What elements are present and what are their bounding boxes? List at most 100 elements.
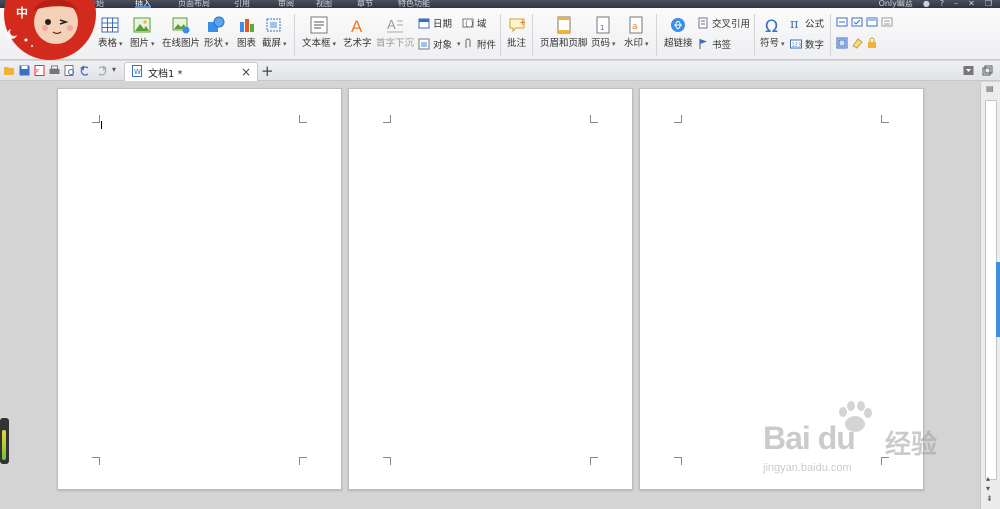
form-checkbox-icon[interactable]	[851, 16, 863, 31]
object-button[interactable]: 对象 ▾	[418, 37, 461, 51]
page-down-icon[interactable]: ⇟	[986, 494, 993, 503]
screenshot-button[interactable]: 截屏 ▾	[262, 16, 287, 50]
page-1[interactable]	[57, 88, 342, 490]
save-icon[interactable]	[19, 65, 30, 76]
input-mode-badge[interactable]: 中	[16, 4, 28, 21]
attachment-button[interactable]: 附件	[462, 37, 496, 51]
close-window-icon[interactable]: ✕	[968, 0, 975, 8]
scroll-down-icon[interactable]: ▾	[986, 484, 990, 493]
field-label: 域	[477, 19, 487, 30]
svg-text:π: π	[790, 17, 799, 29]
open-folder-icon[interactable]	[4, 65, 15, 76]
watermark-cn: 经验	[885, 430, 938, 460]
minimize-icon[interactable]: –	[954, 0, 958, 8]
document-tab-title: 文档1 *	[148, 68, 183, 80]
online-picture-button[interactable]: 在线图片	[162, 16, 200, 50]
online-picture-label: 在线图片	[162, 38, 201, 49]
bookmark-button[interactable]: 书签	[697, 37, 731, 51]
header-footer-icon	[555, 16, 573, 34]
header-footer-button[interactable]: 页眉和页脚	[540, 16, 588, 50]
date-button[interactable]: 日期	[418, 16, 452, 30]
number-button[interactable]: 123 数字	[790, 37, 824, 51]
symbol-button[interactable]: Ω 符号 ▾	[760, 16, 785, 50]
side-panel-tab[interactable]	[996, 262, 1000, 337]
menu-bar: 开始 插入 页面布局 引用 审阅 视图 章节 特色功能 Only幽蓝 ● ? –…	[0, 0, 1000, 8]
symbol-label: 符号	[760, 38, 780, 49]
close-tab-icon[interactable]: ×	[241, 65, 251, 79]
lock-icon[interactable]	[866, 37, 878, 52]
picture-button[interactable]: 图片 ▾	[130, 16, 155, 50]
object-icon	[418, 38, 430, 50]
quick-access-bar: P ▾ W 文档1 * × +	[0, 61, 1000, 81]
restore-icon[interactable]: ❐	[985, 0, 992, 8]
hyperlink-label: 超链接	[664, 38, 693, 49]
field-button[interactable]: { } 域	[462, 16, 487, 30]
omega-icon: Ω	[763, 16, 781, 37]
input-method-mascot[interactable]: 中	[0, 0, 106, 60]
date-label: 日期	[433, 19, 453, 30]
tab-review[interactable]: 审阅	[278, 0, 294, 8]
page-2[interactable]	[348, 88, 633, 490]
hyperlink-icon	[669, 16, 687, 34]
tab-view[interactable]: 视图	[316, 0, 332, 8]
tab-chapter[interactable]: 章节	[357, 0, 373, 8]
page-number-button[interactable]: 1 页码 ▾	[591, 16, 616, 50]
print-icon[interactable]	[49, 65, 60, 76]
export-pdf-icon[interactable]: P	[34, 65, 45, 76]
wordart-label: 艺术字	[343, 38, 372, 49]
number-icon: 123	[790, 38, 802, 50]
dropcap-label: 首字下沉	[376, 38, 415, 49]
textbox-button[interactable]: 文本框 ▾	[302, 16, 336, 50]
tab-list-icon[interactable]	[963, 65, 974, 76]
print-preview-icon[interactable]	[64, 65, 75, 76]
form-controls-row1	[836, 16, 893, 31]
formula-button[interactable]: π 公式	[790, 16, 825, 32]
baidu-watermark: Bai du 经验 jingyan.baidu.com	[755, 400, 955, 480]
ruler-toggle-icon[interactable]: ▤	[986, 84, 994, 93]
form-list-icon[interactable]	[881, 16, 893, 31]
shape-button[interactable]: 形状 ▾	[204, 16, 229, 50]
comment-icon: +	[508, 16, 526, 34]
svg-text:+: +	[519, 18, 526, 27]
form-textbox-icon[interactable]	[836, 16, 848, 31]
dropcap-button[interactable]: A 首字下沉	[376, 16, 414, 50]
watermark-button[interactable]: a 水印 ▾	[624, 16, 649, 50]
tab-page-layout[interactable]: 页面布局	[178, 0, 210, 8]
wordart-icon: A	[348, 16, 366, 36]
help-icon[interactable]: ?	[940, 0, 944, 8]
object-label: 对象	[433, 40, 453, 51]
comment-button[interactable]: + 批注	[507, 16, 526, 50]
form-dropdown-icon[interactable]	[866, 16, 878, 31]
cross-ref-button[interactable]: 交叉引用	[697, 16, 750, 30]
customize-dropdown-icon[interactable]: ▾	[112, 65, 123, 76]
picture-label: 图片	[130, 38, 150, 49]
eraser-icon[interactable]	[851, 37, 863, 52]
page-number-label: 页码	[591, 38, 611, 49]
skin-icon[interactable]: ●	[923, 0, 930, 8]
new-tab-button[interactable]: +	[261, 62, 274, 80]
chart-button[interactable]: 图表	[237, 16, 256, 50]
scroll-up-icon[interactable]: ▴	[986, 474, 990, 483]
ribbon-insert: 表格 ▾ 图片 ▾ 在线图片 形状 ▾ 图表 截屏 ▾ 文本框 ▾ A 艺术字 …	[0, 8, 1000, 60]
tab-features[interactable]: 特色功能	[398, 0, 430, 8]
restore-doc-icon[interactable]	[982, 65, 993, 76]
tab-insert[interactable]: 插入	[135, 0, 151, 8]
bookmark-label: 书签	[712, 40, 732, 51]
tab-references[interactable]: 引用	[234, 0, 250, 8]
hyperlink-button[interactable]: 超链接	[664, 16, 693, 50]
redo-icon[interactable]	[96, 65, 107, 76]
svg-text:a: a	[632, 22, 638, 32]
document-tab[interactable]: W 文档1 * ×	[124, 62, 258, 81]
svg-text:P: P	[36, 69, 39, 75]
page-number-icon: 1	[594, 16, 612, 34]
wordart-button[interactable]: A 艺术字	[343, 16, 372, 50]
design-mode-icon[interactable]	[836, 37, 848, 52]
attachment-icon	[462, 38, 474, 50]
svg-text:W: W	[134, 68, 141, 76]
undo-icon[interactable]	[80, 65, 91, 76]
svg-text:123: 123	[792, 43, 802, 49]
watermark-brand: Bai du	[763, 420, 856, 456]
formula-label: 公式	[805, 19, 825, 30]
cross-ref-label: 交叉引用	[712, 19, 751, 30]
user-name[interactable]: Only幽蓝	[879, 0, 913, 8]
